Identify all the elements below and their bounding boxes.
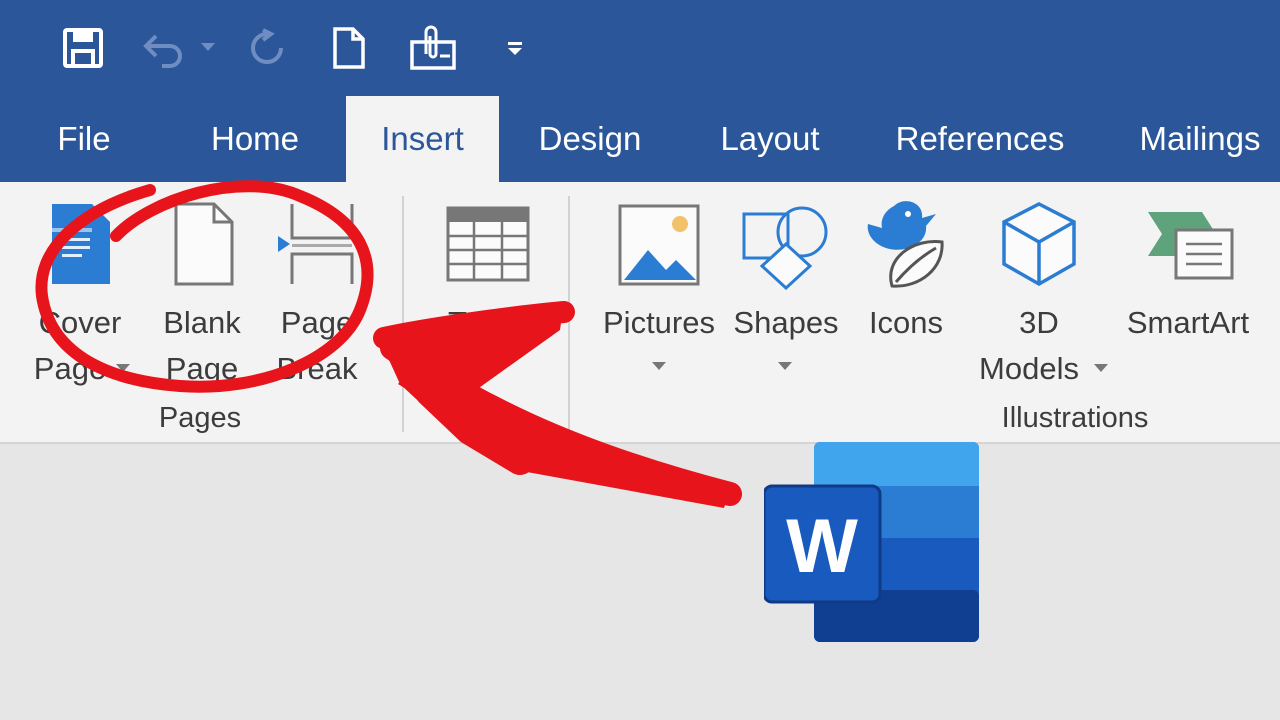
word-logo-icon: W bbox=[762, 442, 980, 649]
word-logo-letter: W bbox=[786, 504, 858, 589]
red-circle-annotation bbox=[35, 180, 374, 393]
annotation-overlay bbox=[35, 180, 742, 508]
